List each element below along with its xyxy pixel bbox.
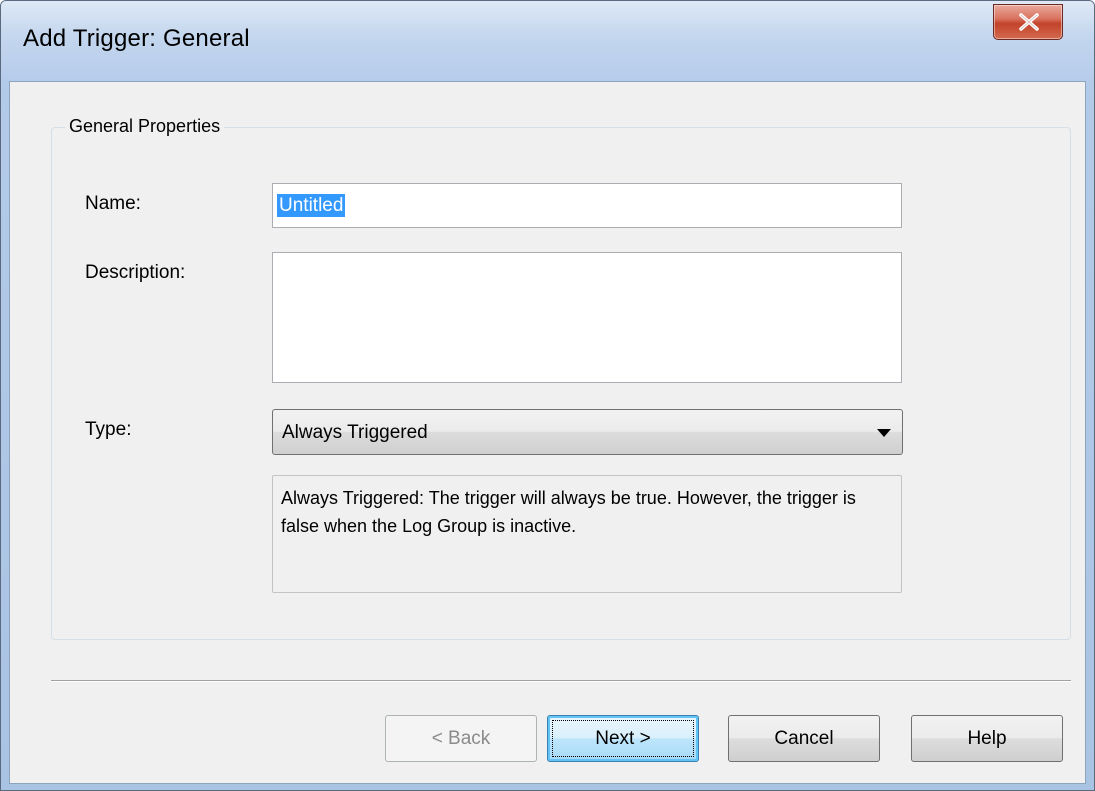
close-button[interactable] [993,4,1063,40]
help-button[interactable]: Help [911,715,1063,762]
group-legend: General Properties [65,116,225,137]
close-icon [1019,13,1039,31]
dropdown-arrow-icon [877,429,891,437]
dialog-window: Add Trigger: General General Properties … [0,0,1095,791]
focus-ring [552,720,694,757]
name-label: Name: [85,193,141,215]
help-button-label: Help [967,728,1007,749]
next-button[interactable]: Next > [547,715,699,762]
cancel-button-label: Cancel [774,728,834,749]
description-label: Description: [85,262,185,284]
back-button[interactable]: < Back [385,715,537,762]
dialog-client-area: General Properties Name: Untitled Descri… [9,81,1086,784]
name-label-text: Name: [85,193,141,214]
type-select[interactable]: Always Triggered [272,409,903,455]
title-bar[interactable]: Add Trigger: General [1,1,1094,81]
description-label-text: Description: [85,262,186,283]
type-description-text: Always Triggered: The trigger will alway… [281,488,856,536]
description-input[interactable] [272,252,902,383]
name-input-value: Untitled [277,194,346,217]
back-button-label: < Back [431,728,491,749]
type-description-box: Always Triggered: The trigger will alway… [272,475,902,593]
type-label-text: Type: [85,419,132,440]
type-select-value: Always Triggered [282,422,428,443]
name-input[interactable]: Untitled [272,183,902,228]
type-label: Type: [85,419,131,441]
button-separator [51,680,1071,682]
window-title: Add Trigger: General [23,25,250,52]
cancel-button[interactable]: Cancel [728,715,880,762]
